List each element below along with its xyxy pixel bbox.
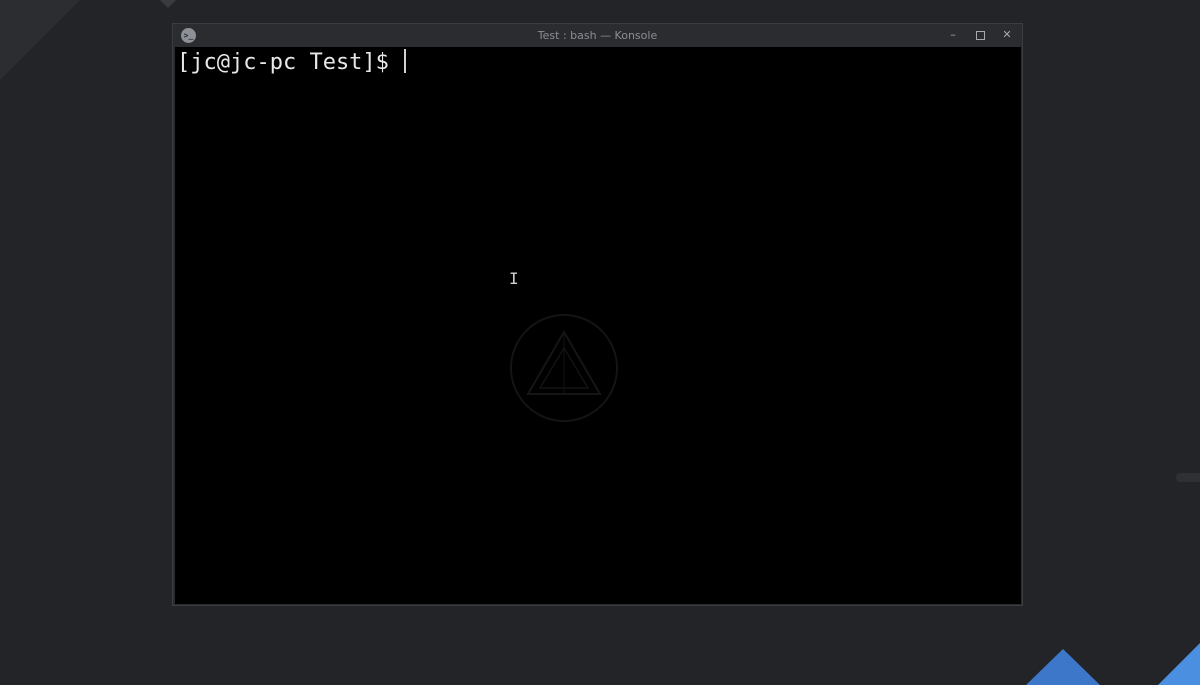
konsole-window: Test : bash — Konsole >_ – ✕ [jc@jc-pc T… [172, 23, 1023, 606]
wallpaper-shape [160, 0, 176, 8]
maximize-button[interactable] [972, 27, 988, 43]
wallpaper-shape [0, 0, 80, 80]
wallpaper-shape [1158, 640, 1200, 685]
maximize-icon [975, 31, 985, 40]
distro-logo-watermark [510, 314, 618, 422]
minimize-icon: – [950, 28, 956, 41]
wallpaper-shape [1026, 649, 1100, 685]
minimize-button[interactable]: – [945, 27, 961, 43]
terminal-prompt-line: [jc@jc-pc Test]$ [177, 49, 407, 77]
close-icon: ✕ [1002, 28, 1012, 41]
screen-edge-handle[interactable] [1176, 473, 1200, 482]
terminal-area[interactable]: [jc@jc-pc Test]$ I [175, 47, 1021, 604]
prompt-text: [jc@jc-pc Test]$ [177, 50, 403, 75]
konsole-icon[interactable]: >_ [181, 28, 196, 43]
close-button[interactable]: ✕ [999, 27, 1015, 43]
window-title: Test : bash — Konsole [537, 29, 658, 42]
window-titlebar[interactable]: Test : bash — Konsole >_ – ✕ [173, 24, 1022, 47]
text-cursor [404, 49, 407, 73]
desktop: Test : bash — Konsole >_ – ✕ [jc@jc-pc T… [0, 0, 1200, 685]
text-cursor-icon: I [509, 269, 519, 288]
